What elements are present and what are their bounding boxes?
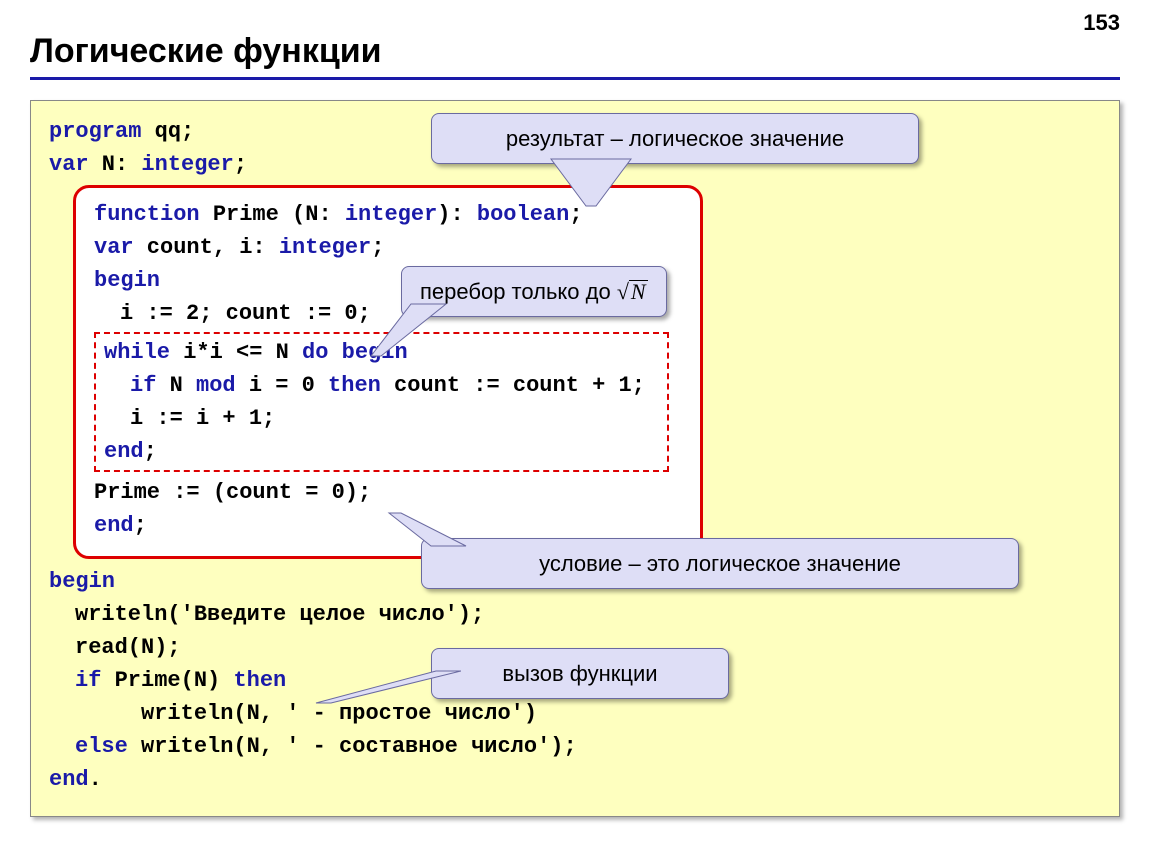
callout-result: результат – логическое значение: [431, 113, 919, 164]
code-line: while i*i <= N do begin: [104, 336, 659, 369]
sqrt-icon: √N: [617, 275, 648, 308]
code-line: var count, i: integer;: [94, 231, 682, 264]
code-line: function Prime (N: integer): boolean;: [94, 198, 682, 231]
code-line: writeln(N, ' - простое число'): [49, 697, 1101, 730]
function-box: function Prime (N: integer): boolean; va…: [73, 185, 703, 559]
code-line: if N mod i = 0 then count := count + 1;: [104, 369, 659, 402]
callout-loop-text: перебор только до: [420, 279, 617, 304]
loop-box: while i*i <= N do begin if N mod i = 0 t…: [94, 332, 669, 472]
code-line: end.: [49, 763, 1101, 796]
callout-call: вызов функции: [431, 648, 729, 699]
code-line: end;: [104, 435, 659, 468]
code-line: else writeln(N, ' - составное число');: [49, 730, 1101, 763]
callout-condition: условие – это логическое значение: [421, 538, 1019, 589]
page-number: 153: [1083, 10, 1120, 36]
code-line: writeln('Введите целое число');: [49, 598, 1101, 631]
callout-loop: перебор только до √N: [401, 266, 667, 317]
code-block: результат – логическое значение перебор …: [30, 100, 1120, 817]
page-title: Логические функции: [30, 32, 1120, 71]
title-rule: [30, 77, 1120, 80]
code-line: Prime := (count = 0);: [94, 476, 682, 509]
code-line: i := i + 1;: [104, 402, 659, 435]
